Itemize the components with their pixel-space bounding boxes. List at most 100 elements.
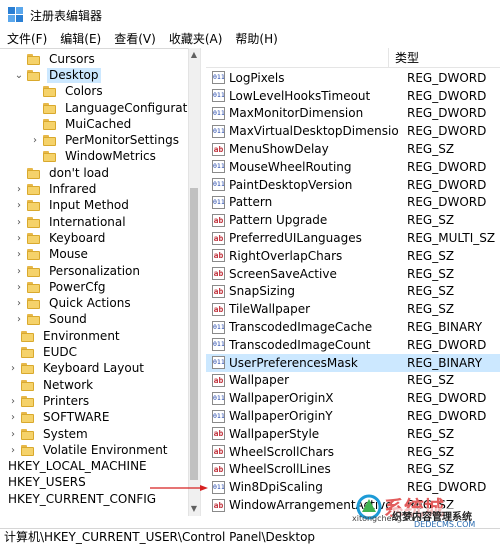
chevron-right-icon[interactable]: › <box>14 282 24 293</box>
value-name: LogPixels <box>229 70 285 85</box>
value-row[interactable]: 011 UserPreferencesMask REG_BINARY <box>206 353 500 372</box>
tree-item[interactable]: › Quick Actions <box>14 296 133 312</box>
value-row[interactable]: ab WheelScrollChars REG_SZ <box>206 443 500 461</box>
tree-item[interactable]: › Infrared <box>14 181 98 197</box>
value-row[interactable]: ab SnapSizing REG_SZ <box>206 283 500 301</box>
tree-item[interactable]: ›HKEY_CURRENT_CONFIG <box>6 491 158 507</box>
value-row[interactable]: 011 TranscodedImageCount REG_DWORD <box>206 336 500 354</box>
values-list[interactable]: 类型 011 LogPixels REG_DWORD 011 LowLevelHooks… <box>206 48 500 516</box>
value-row[interactable]: 011 MaxVirtualDesktopDimension REG_DWORD <box>206 122 500 140</box>
value-row[interactable]: 011 MouseWheelRouting REG_DWORD <box>206 158 500 176</box>
folder-icon <box>21 347 34 359</box>
tree-item[interactable]: ⌄ Desktop <box>14 67 101 83</box>
folder-icon <box>27 232 40 244</box>
folder-icon <box>21 363 34 375</box>
tree-item[interactable]: › PowerCfg <box>14 279 108 295</box>
value-row[interactable]: ab PreferredUILanguages REG_MULTI_SZ <box>206 229 500 247</box>
tree-item-label: Volatile Environment <box>43 442 168 457</box>
folder-icon <box>27 298 40 310</box>
tree-item[interactable]: ›HKEY_USERS <box>6 475 88 491</box>
tree-item[interactable]: › System <box>8 426 90 442</box>
chevron-right-icon[interactable]: › <box>8 363 18 374</box>
folder-icon <box>27 167 40 179</box>
value-row[interactable]: 011 TranscodedImageCache REG_BINARY <box>206 318 500 336</box>
tree-item-label: Colors <box>65 84 103 99</box>
tree-item-label: Personalization <box>49 263 140 278</box>
chevron-right-icon[interactable]: › <box>14 266 24 277</box>
tree-item[interactable]: don't load <box>14 165 111 181</box>
tree-item[interactable]: › Volatile Environment <box>8 442 170 458</box>
chevron-right-icon[interactable]: › <box>14 249 24 260</box>
chevron-right-icon[interactable]: › <box>14 298 24 309</box>
tree-item-label: Printers <box>43 393 90 408</box>
chevron-right-icon[interactable]: › <box>14 233 24 244</box>
scroll-down-arrow-icon[interactable]: ▼ <box>188 503 200 515</box>
column-type-header[interactable]: 类型 <box>389 48 500 67</box>
value-row[interactable]: ab ScreenSaveActive REG_SZ <box>206 265 500 283</box>
value-row[interactable]: 011 WallpaperOriginY REG_DWORD <box>206 407 500 425</box>
value-row[interactable]: 011 WallpaperOriginX REG_DWORD <box>206 389 500 407</box>
value-row[interactable]: ab WallpaperStyle REG_SZ <box>206 425 500 443</box>
chevron-down-icon[interactable]: ⌄ <box>14 70 24 81</box>
status-bar-path: 计算机\HKEY_CURRENT_USER\Control Panel\Desk… <box>0 528 500 546</box>
tree-item[interactable]: › Input Method <box>14 198 131 214</box>
value-row[interactable]: 011 PaintDesktopVersion REG_DWORD <box>206 176 500 194</box>
value-row[interactable]: ab Pattern Upgrade REG_SZ <box>206 211 500 229</box>
value-row[interactable]: 011 MaxMonitorDimension REG_DWORD <box>206 105 500 123</box>
tree-item[interactable]: Colors <box>30 84 105 100</box>
value-row[interactable]: 011 LowLevelHooksTimeout REG_DWORD <box>206 87 500 105</box>
tree-item[interactable]: › Keyboard <box>14 230 107 246</box>
tree-item[interactable]: › Printers <box>8 393 91 409</box>
tree-item[interactable]: Environment <box>8 328 122 344</box>
tree-item[interactable]: WindowMetrics <box>30 149 158 165</box>
binary-value-icon: 011 <box>212 160 225 174</box>
string-value-icon: ab <box>212 284 225 298</box>
menu-favorites[interactable]: 收藏夹(A) <box>162 30 229 48</box>
chevron-right-icon[interactable]: › <box>8 445 18 456</box>
tree-item[interactable]: › International <box>14 214 128 230</box>
tree-item[interactable]: MuiCached <box>30 116 133 132</box>
column-name-header[interactable] <box>206 48 389 67</box>
tree-item[interactable]: Network <box>8 377 95 393</box>
key-tree[interactable]: Cursors ⌄ Desktop Colors LanguageConfigurati… <box>0 48 200 516</box>
value-row[interactable]: 011 LogPixels REG_DWORD <box>206 69 500 87</box>
chevron-right-icon[interactable]: › <box>14 314 24 325</box>
value-row[interactable]: ab Wallpaper REG_SZ <box>206 372 500 390</box>
tree-item[interactable]: EUDC <box>8 344 79 360</box>
tree-item[interactable]: › PerMonitorSettings <box>30 133 181 149</box>
value-row[interactable]: ab TileWallpaper REG_SZ <box>206 300 500 318</box>
value-row[interactable]: 011 Pattern REG_DWORD <box>206 194 500 212</box>
value-row[interactable]: ab RightOverlapChars REG_SZ <box>206 247 500 265</box>
tree-item[interactable]: › Sound <box>14 312 89 328</box>
value-type: REG_DWORD <box>407 88 487 103</box>
chevron-right-icon[interactable]: › <box>8 412 18 423</box>
chevron-right-icon[interactable]: › <box>14 217 24 228</box>
menu-view[interactable]: 查看(V) <box>107 30 162 48</box>
chevron-right-icon[interactable]: › <box>14 200 24 211</box>
tree-item[interactable]: ›HKEY_LOCAL_MACHINE <box>6 459 149 475</box>
tree-item[interactable]: › Personalization <box>14 263 142 279</box>
tree-item[interactable]: › Keyboard Layout <box>8 361 146 377</box>
chevron-right-icon[interactable]: › <box>14 184 24 195</box>
folder-icon <box>21 428 34 440</box>
value-name: ScreenSaveActive <box>229 266 337 281</box>
value-type: REG_SZ <box>407 142 455 157</box>
chevron-right-icon[interactable]: › <box>30 135 40 146</box>
value-row[interactable]: ab WheelScrollLines REG_SZ <box>206 461 500 479</box>
chevron-right-icon[interactable]: › <box>8 396 18 407</box>
tree-item[interactable]: › Mouse <box>14 247 90 263</box>
menu-help[interactable]: 帮助(H) <box>228 30 283 48</box>
tree-item[interactable]: LanguageConfiguration <box>30 100 200 116</box>
menu-file[interactable]: 文件(F) <box>0 30 53 48</box>
value-name: Wallpaper <box>229 373 290 388</box>
value-row[interactable]: ab MenuShowDelay REG_SZ <box>206 140 500 158</box>
registry-editor-icon <box>8 7 24 23</box>
tree-item[interactable]: Cursors <box>14 51 97 67</box>
scroll-up-arrow-icon[interactable]: ▲ <box>188 49 200 61</box>
folder-icon <box>43 86 56 98</box>
tree-item-label: Environment <box>43 328 120 343</box>
tree-item[interactable]: › SOFTWARE <box>8 410 111 426</box>
chevron-right-icon[interactable]: › <box>8 429 18 440</box>
menu-edit[interactable]: 编辑(E) <box>53 30 107 48</box>
tree-scrollbar-thumb[interactable] <box>190 188 198 480</box>
